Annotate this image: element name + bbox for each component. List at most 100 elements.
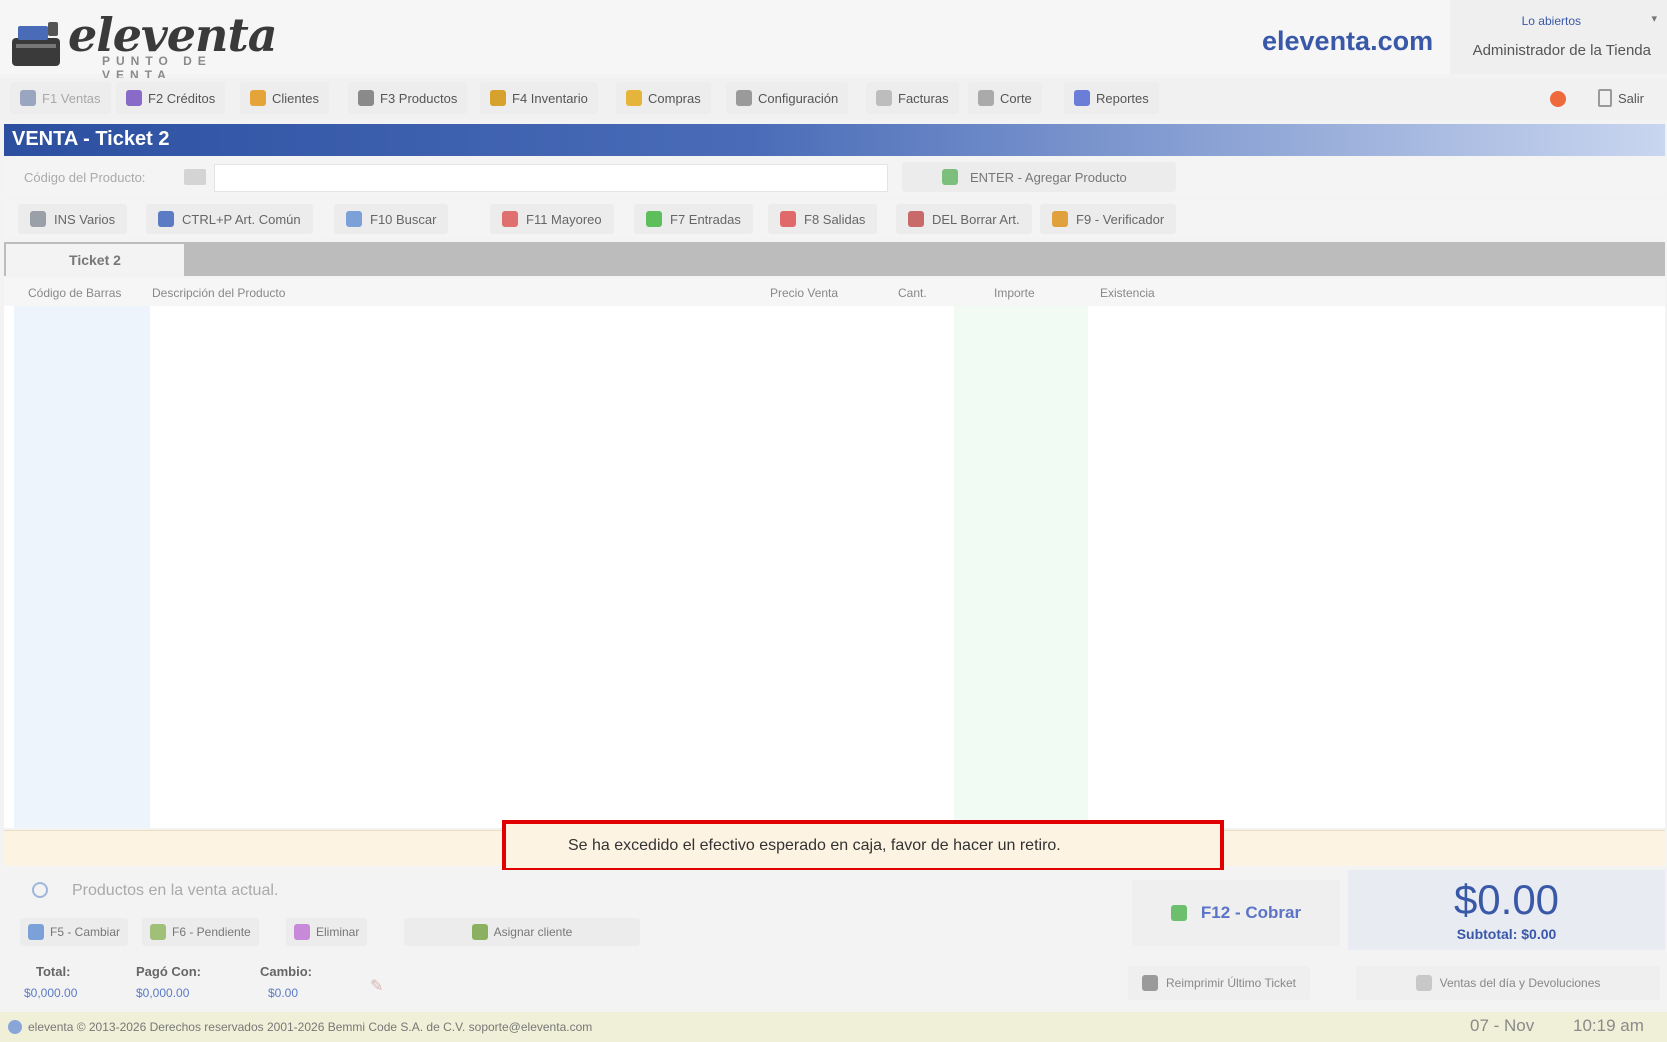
cash-in-icon <box>646 211 662 227</box>
func-label: F8 Salidas <box>804 211 866 227</box>
quantity-column <box>954 306 1088 828</box>
total-amount: $0.00 <box>1453 876 1560 923</box>
status-date: 07 - Nov <box>1470 1016 1535 1035</box>
common-item-icon <box>158 211 174 227</box>
menu-label: F3 Productos <box>380 90 458 106</box>
menu-inventario[interactable]: F4 Inventario <box>480 82 598 114</box>
main-menu: F1 Ventas F2 Créditos Clientes F3 Produc… <box>0 78 1667 120</box>
cash-out-icon <box>780 211 796 227</box>
add-product-button[interactable]: ENTER - Agregar Producto <box>902 162 1176 192</box>
menu-clientes[interactable]: Clientes <box>240 82 329 114</box>
menu-corte[interactable]: Corte <box>968 82 1042 114</box>
func-label: F10 Buscar <box>370 211 437 227</box>
pending-button[interactable]: F6 - Pendiente <box>142 918 259 946</box>
sales-icon <box>1415 975 1432 991</box>
settings-icon <box>736 90 752 106</box>
common-item-button[interactable]: CTRL+P Art. Común <box>146 204 313 234</box>
barcode-column <box>14 306 150 828</box>
reprint-ticket-button[interactable]: Reimprimir Último Ticket <box>1128 966 1311 1000</box>
search-button[interactable]: F10 Buscar <box>334 204 449 234</box>
wholesale-button[interactable]: F11 Mayoreo <box>490 204 614 234</box>
table-header: Código de Barras Descripción del Product… <box>4 278 1665 306</box>
menu-creditos[interactable]: F2 Créditos <box>116 82 226 114</box>
function-toolbar: INS Varios CTRL+P Art. Común F10 Buscar … <box>4 200 1665 238</box>
verifier-button[interactable]: F9 - Verificador <box>1040 204 1177 234</box>
charge-label: F12 - Cobrar <box>1200 903 1302 922</box>
logo: eleventa PUNTO DE VENTA <box>6 8 278 82</box>
chevron-down-icon[interactable]: ▾ <box>1651 12 1657 25</box>
cut-icon <box>978 90 994 106</box>
daily-sales-button[interactable]: Ventas del día y Devoluciones <box>1356 966 1660 1000</box>
barcode-icon <box>184 169 206 185</box>
copyright-text: eleventa © 2013-2026 Derechos reservados… <box>28 1020 593 1034</box>
menu-label: Facturas <box>898 90 949 106</box>
notification-icon[interactable] <box>1550 91 1566 107</box>
inventory-icon <box>490 90 506 106</box>
user-menu[interactable]: Lo abiertos ▾ Administrador de la Tienda <box>1450 0 1667 74</box>
printer-icon <box>1142 975 1158 991</box>
tab-ticket-2[interactable]: Ticket 2 <box>6 244 184 276</box>
column-header[interactable]: Importe <box>994 286 1035 300</box>
purchases-icon <box>626 90 642 106</box>
invoice-icon <box>876 90 892 106</box>
misc-button[interactable]: INS Varios <box>18 204 128 234</box>
wholesale-icon <box>502 211 518 227</box>
pencil-icon[interactable]: ✎ <box>370 976 388 995</box>
btn-label: Reimprimir Último Ticket <box>1166 976 1297 990</box>
charge-button[interactable]: F12 - Cobrar <box>1132 880 1340 946</box>
exit-button[interactable]: Salir <box>1590 82 1652 114</box>
btn-label: Ventas del día y Devoluciones <box>1439 976 1601 990</box>
cash-register-icon <box>12 22 60 66</box>
product-code-input[interactable] <box>214 164 888 192</box>
cash-out-button[interactable]: F8 Salidas <box>768 204 878 234</box>
total-value: $0,000.00 <box>24 986 78 1000</box>
column-header[interactable]: Código de Barras <box>28 286 121 300</box>
delete-item-icon <box>908 211 924 227</box>
add-product-label: ENTER - Agregar Producto <box>970 169 1127 185</box>
column-header[interactable]: Existencia <box>1100 286 1155 300</box>
btn-label: Eliminar <box>316 925 360 939</box>
assign-client-button[interactable]: Asignar cliente <box>404 918 640 946</box>
reports-icon <box>1074 90 1090 106</box>
menu-productos[interactable]: F3 Productos <box>348 82 468 114</box>
change-button[interactable]: F5 - Cambiar <box>20 918 129 946</box>
func-label: CTRL+P Art. Común <box>182 211 301 227</box>
btn-label: F6 - Pendiente <box>172 925 251 939</box>
func-label: F7 Entradas <box>670 211 741 227</box>
column-header[interactable]: Precio Venta <box>770 286 838 300</box>
ticket-tabs: Ticket 2 <box>4 242 1665 276</box>
verifier-icon <box>1052 211 1068 227</box>
func-label: F9 - Verificador <box>1076 211 1165 227</box>
delete-item-button[interactable]: DEL Borrar Art. <box>896 204 1032 234</box>
menu-label: Clientes <box>272 90 319 106</box>
menu-configuracion[interactable]: Configuración <box>726 82 849 114</box>
remove-button[interactable]: Eliminar <box>286 918 368 946</box>
page-title: VENTA - Ticket 2 <box>4 124 1665 156</box>
menu-label: F2 Créditos <box>148 90 216 106</box>
menu-ventas[interactable]: F1 Ventas <box>10 82 111 114</box>
products-icon <box>358 90 374 106</box>
sale-summary: Productos en la venta actual. F5 - Cambi… <box>4 870 1665 1012</box>
column-header[interactable]: Cant. <box>898 286 927 300</box>
exit-icon <box>1598 89 1612 107</box>
cash-in-button[interactable]: F7 Entradas <box>634 204 753 234</box>
info-icon <box>32 882 48 898</box>
total-panel: $0.00 Subtotal: $0.00 <box>1348 870 1665 950</box>
paid-label: Pagó Con: <box>136 964 201 979</box>
clients-icon <box>250 90 266 106</box>
status-time: 10:19 am <box>1573 1016 1644 1035</box>
client-icon <box>471 924 488 940</box>
menu-label: Compras <box>648 90 701 106</box>
menu-label: F4 Inventario <box>512 90 588 106</box>
btn-label: F5 - Cambiar <box>50 925 121 939</box>
site-link[interactable]: eleventa.com <box>1262 26 1433 57</box>
menu-compras[interactable]: Compras <box>616 82 711 114</box>
column-header[interactable]: Descripción del Producto <box>152 286 285 300</box>
func-label: F11 Mayoreo <box>526 211 602 227</box>
menu-facturas[interactable]: Facturas <box>866 82 959 114</box>
menu-reportes[interactable]: Reportes <box>1064 82 1159 114</box>
exit-label: Salir <box>1618 90 1645 106</box>
credit-icon <box>126 90 142 106</box>
remove-icon <box>294 924 310 940</box>
product-entry-row: Código del Producto: ENTER - Agregar Pro… <box>4 158 1665 196</box>
